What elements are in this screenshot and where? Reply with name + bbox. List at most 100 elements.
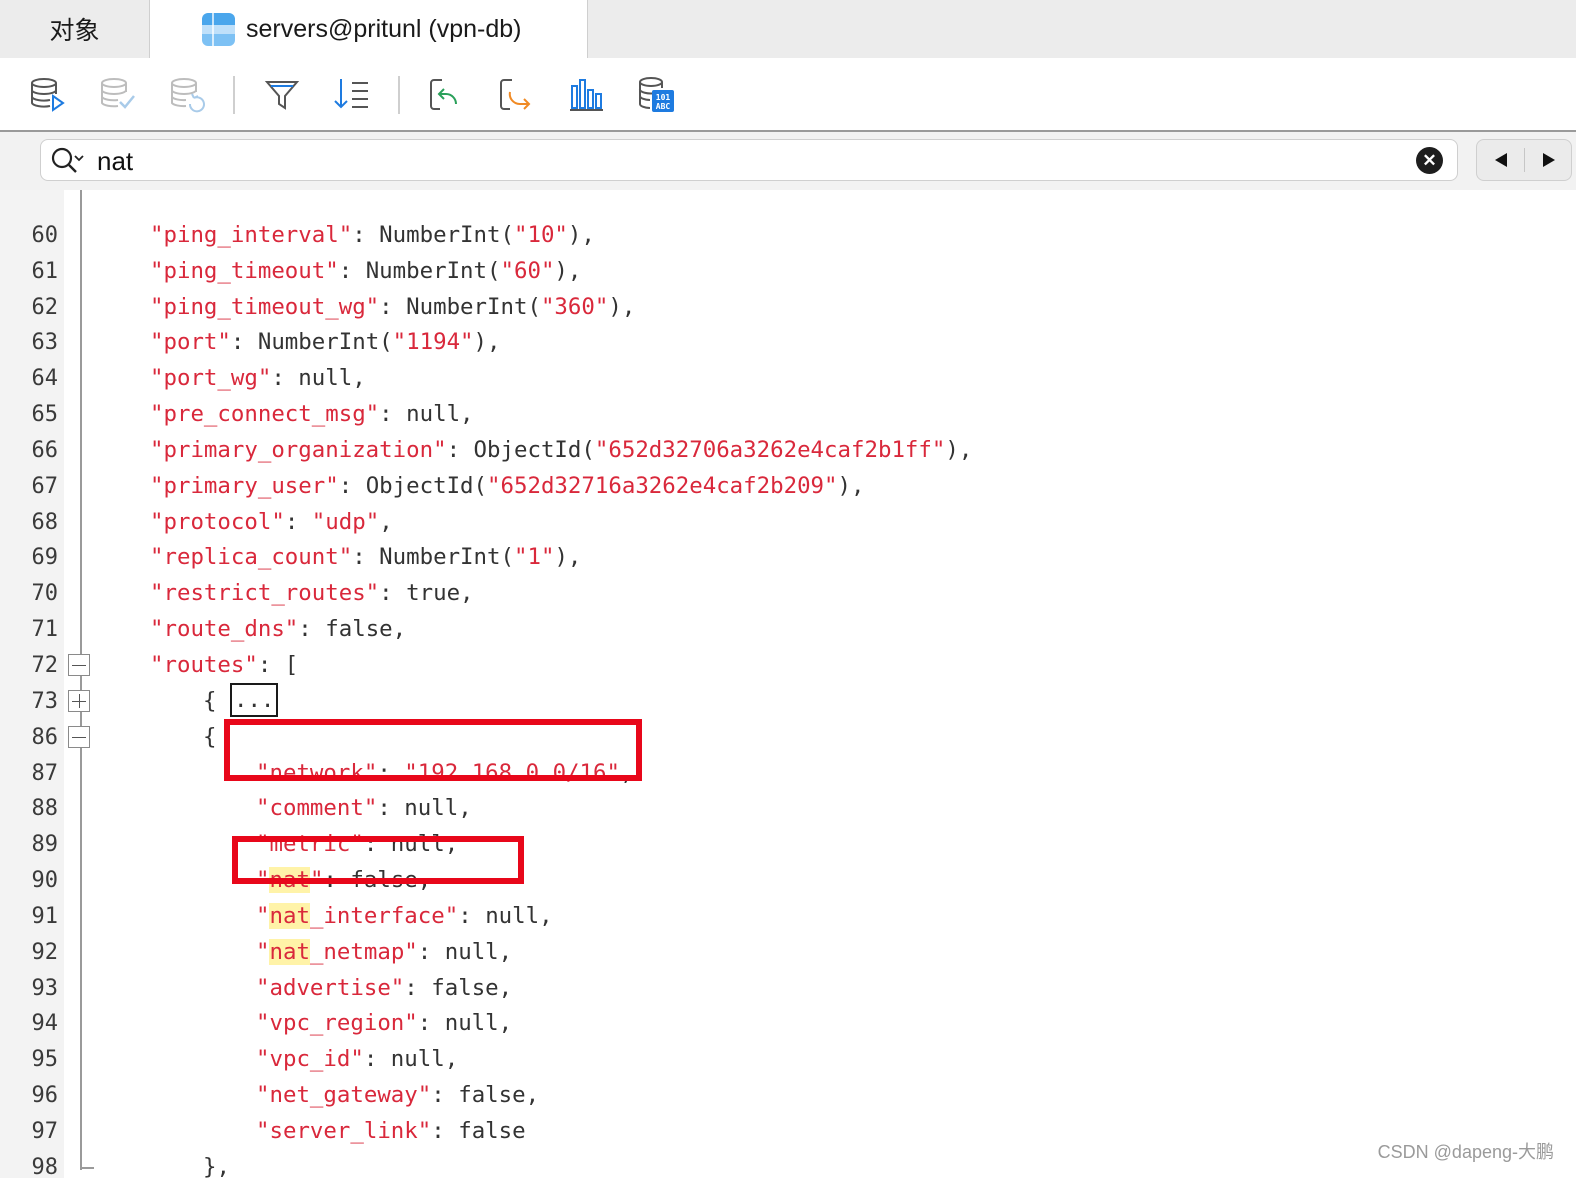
clear-search-icon[interactable]: ✕ xyxy=(1416,147,1443,174)
code-text: { ... xyxy=(203,682,279,720)
json-punctuation: : null, xyxy=(458,902,553,929)
json-punctuation: : NumberInt( xyxy=(338,257,501,284)
tab-objects[interactable]: 对象 xyxy=(0,0,150,58)
json-editor[interactable]: 60 "ping_interval": NumberInt("10"), 61 "pi… xyxy=(0,190,1576,1178)
code-line: 72 "routes": [ xyxy=(0,648,1576,684)
tab-bar: 对象 servers@pritunl (vpn-db) xyxy=(0,0,1576,59)
match-navigation xyxy=(1476,139,1572,181)
code-line: 94 "vpc_region": null, xyxy=(0,1006,1576,1042)
import-icon[interactable] xyxy=(426,74,466,114)
search-input[interactable] xyxy=(95,144,1399,178)
search-field: ✕ xyxy=(40,139,1458,181)
code-line: 63 "port": NumberInt("1194"), xyxy=(0,325,1576,361)
json-punctuation: : NumberInt( xyxy=(230,329,393,356)
code-text: "protocol": "udp", xyxy=(150,505,393,541)
find-bar: ✕ xyxy=(0,132,1576,191)
collapse-fold-icon[interactable] xyxy=(68,653,90,676)
line-number: 87 xyxy=(31,760,59,786)
sort-icon[interactable] xyxy=(332,74,372,114)
json-string-value: "1" xyxy=(513,544,555,571)
code-line: 91 "nat_interface": null, xyxy=(0,899,1576,935)
line-number: 61 xyxy=(31,258,59,284)
collection-table-icon xyxy=(202,12,235,46)
search-icon[interactable] xyxy=(51,147,91,180)
code-line: 70 "restrict_routes": true, xyxy=(0,576,1576,612)
json-string-value: "60" xyxy=(500,257,555,284)
json-key: _interface" xyxy=(309,902,459,929)
json-punctuation: : null, xyxy=(377,795,472,822)
code-text: "restrict_routes": true, xyxy=(150,576,474,612)
collapse-fold-icon[interactable] xyxy=(68,725,90,748)
json-punctuation: : false, xyxy=(404,974,513,1001)
next-match-icon[interactable] xyxy=(1525,140,1572,180)
json-punctuation: : false xyxy=(431,1117,526,1144)
json-string-value: "1194" xyxy=(392,329,474,356)
search-match: nat xyxy=(269,902,310,929)
json-key: "ping_timeout_wg" xyxy=(150,293,380,320)
json-punctuation: : NumberInt( xyxy=(352,544,514,571)
line-number: 68 xyxy=(31,509,59,535)
line-number: 94 xyxy=(31,1011,59,1037)
code-text: "ping_timeout_wg": NumberInt("360"), xyxy=(150,290,635,326)
collapsed-object-placeholder[interactable]: ... xyxy=(229,682,279,717)
line-number: 67 xyxy=(31,473,59,499)
code-line: 67 "primary_user": ObjectId("652d32716a32… xyxy=(0,469,1576,505)
json-punctuation: ), xyxy=(473,329,501,356)
json-key: " xyxy=(256,938,270,965)
line-number: 90 xyxy=(31,868,59,894)
data-generator-icon[interactable]: 101 ABC xyxy=(636,74,676,114)
code-text: "vpc_region": null, xyxy=(256,1006,512,1042)
code-line: 68 "protocol": "udp", xyxy=(0,505,1576,541)
line-number: 65 xyxy=(31,402,59,428)
expand-fold-icon[interactable] xyxy=(68,689,90,712)
code-line: 65 "pre_connect_msg": null, xyxy=(0,397,1576,433)
line-number: 92 xyxy=(31,939,59,965)
chart-icon[interactable] xyxy=(566,74,606,114)
json-key: "primary_organization" xyxy=(150,436,447,463)
code-text: "vpc_id": null, xyxy=(256,1042,458,1078)
json-key: _netmap" xyxy=(309,938,418,965)
json-punctuation: : ObjectId( xyxy=(446,436,595,463)
code-line: 98}, xyxy=(0,1150,1576,1178)
line-number: 72 xyxy=(31,652,59,678)
tab-servers-collection[interactable]: servers@pritunl (vpn-db) xyxy=(150,0,588,58)
db-check-icon[interactable] xyxy=(98,74,138,114)
toolbar: 101 ABC xyxy=(0,58,1576,132)
code-text: "advertise": false, xyxy=(256,971,512,1007)
db-refresh-icon[interactable] xyxy=(168,74,208,114)
code-line: 93 "advertise": false, xyxy=(0,971,1576,1007)
filter-icon[interactable] xyxy=(262,74,302,114)
toolbar-separator xyxy=(233,76,235,114)
json-punctuation: : false, xyxy=(431,1082,540,1109)
watermark: CSDN @dapeng-大鹏 xyxy=(1377,1142,1554,1162)
line-number: 73 xyxy=(31,688,59,714)
json-key: "vpc_id" xyxy=(256,1046,364,1073)
code-line: 60 "ping_interval": NumberInt("10"), xyxy=(0,218,1576,254)
code-text: }, xyxy=(203,1150,230,1178)
previous-match-icon[interactable] xyxy=(1477,140,1524,180)
json-string-value: "udp" xyxy=(311,508,380,535)
line-number: 62 xyxy=(31,294,59,320)
json-punctuation: : false, xyxy=(298,616,407,643)
code-text: "routes": [ xyxy=(150,648,298,684)
line-number: 97 xyxy=(31,1118,59,1144)
code-text: { xyxy=(203,720,216,756)
code-text: "route_dns": false, xyxy=(150,612,406,648)
json-key: "advertise" xyxy=(256,974,405,1001)
export-icon[interactable] xyxy=(496,74,536,114)
json-punctuation: : null, xyxy=(363,1046,459,1073)
line-number: 91 xyxy=(31,903,59,929)
code-text: "comment": null, xyxy=(256,791,472,827)
svg-text:101: 101 xyxy=(656,93,671,102)
json-string-value: "652d32716a3262e4caf2b209" xyxy=(487,472,838,499)
json-punctuation: ), xyxy=(554,544,582,571)
json-key: "ping_timeout" xyxy=(150,257,339,284)
json-punctuation: { xyxy=(203,687,230,714)
json-punctuation: : true, xyxy=(379,580,474,607)
line-number: 86 xyxy=(31,724,59,750)
json-punctuation: : null, xyxy=(417,1010,513,1037)
json-string-value: "360" xyxy=(540,293,609,320)
db-run-icon[interactable] xyxy=(28,74,68,114)
toolbar-separator xyxy=(398,76,400,114)
